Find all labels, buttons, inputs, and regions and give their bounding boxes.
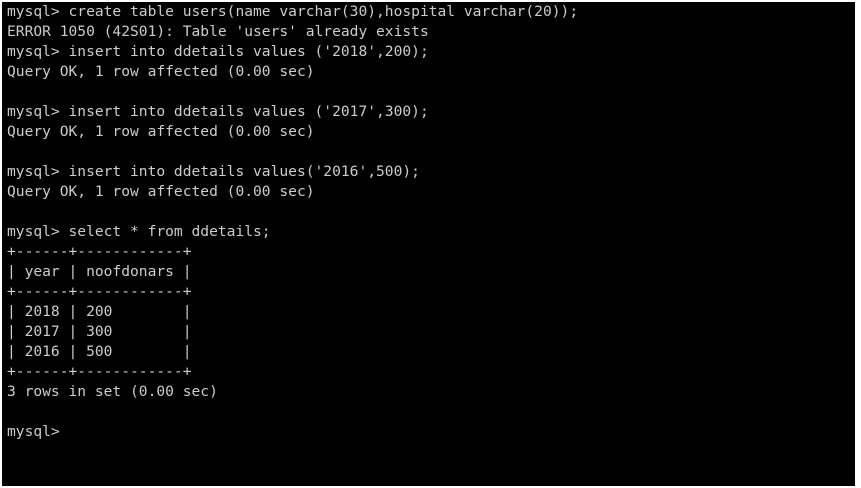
table-border: +------+------------+ <box>7 243 192 260</box>
command-line: mysql> insert into ddetails values ('201… <box>7 43 429 60</box>
command-line: mysql> select * from ddetails; <box>7 223 271 240</box>
terminal-output: mysql> create table users(name varchar(3… <box>7 2 578 442</box>
table-header-row: | year | noofdonars | <box>7 263 192 280</box>
table-row: | 2018 | 200 | <box>7 303 192 320</box>
result-message: 3 rows in set (0.00 sec) <box>7 383 218 400</box>
command-prompt[interactable]: mysql> <box>7 422 578 442</box>
table-row: | 2017 | 300 | <box>7 323 192 340</box>
command-line: mysql> insert into ddetails values ('201… <box>7 103 429 120</box>
command-line: mysql> insert into ddetails values('2016… <box>7 163 420 180</box>
result-message: Query OK, 1 row affected (0.00 sec) <box>7 63 315 80</box>
result-message: Query OK, 1 row affected (0.00 sec) <box>7 123 315 140</box>
result-message: Query OK, 1 row affected (0.00 sec) <box>7 183 315 200</box>
table-border: +------+------------+ <box>7 363 192 380</box>
terminal-window[interactable]: mysql> create table users(name varchar(3… <box>2 2 855 486</box>
command-line: mysql> create table users(name varchar(3… <box>7 3 579 20</box>
table-border: +------+------------+ <box>7 283 192 300</box>
table-row: | 2016 | 500 | <box>7 343 192 360</box>
error-message: ERROR 1050 (42S01): Table 'users' alread… <box>7 23 429 40</box>
